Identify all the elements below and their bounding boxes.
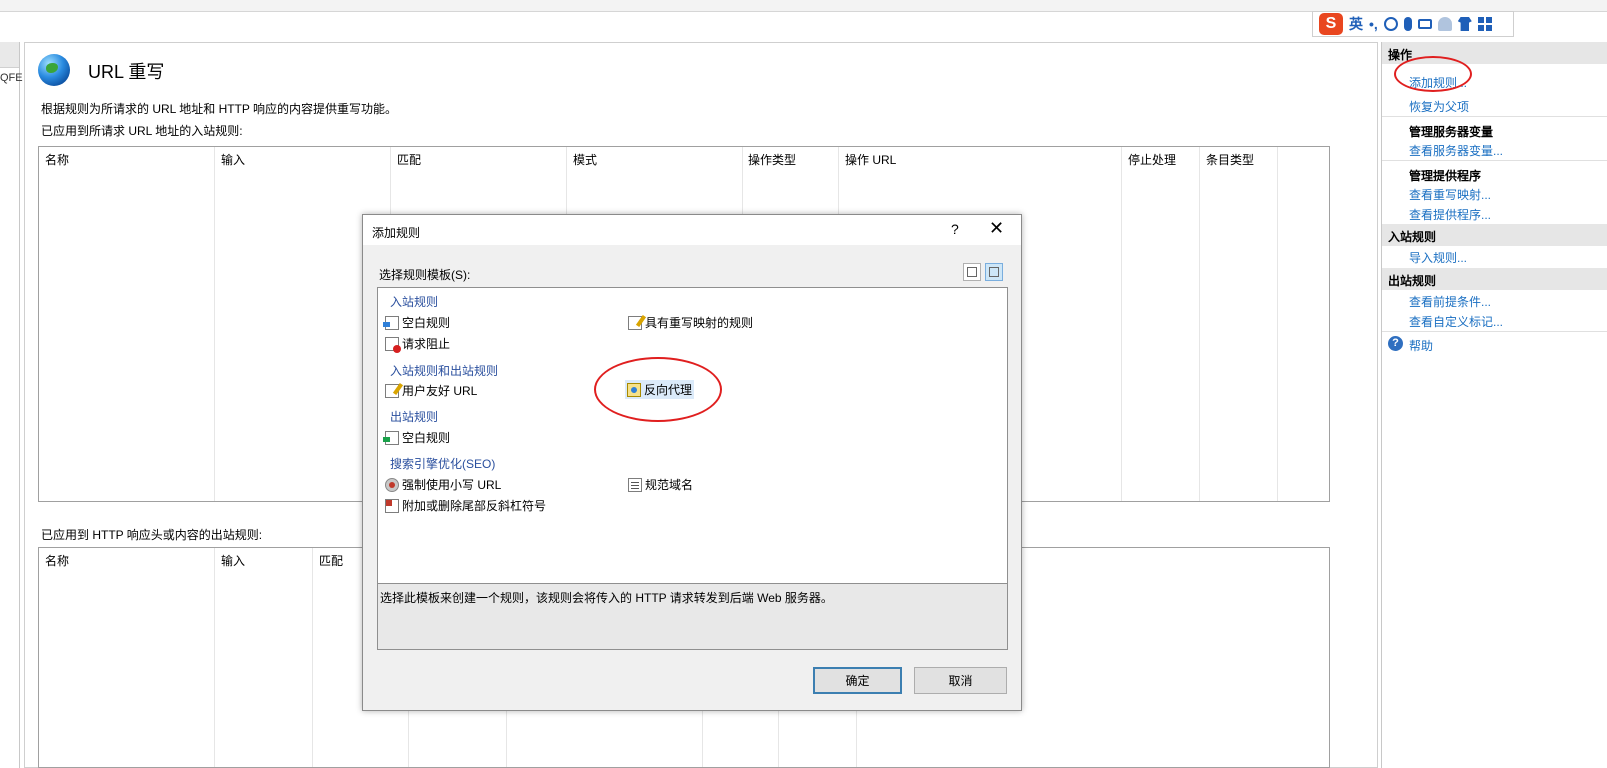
column-header-action-url[interactable]: 操作 URL: [845, 151, 896, 168]
page-title: URL 重写: [88, 62, 165, 82]
view-server-variables-link[interactable]: 查看服务器变量...: [1409, 142, 1503, 159]
template-trailing-slash[interactable]: 附加或删除尾部反斜杠符号: [383, 496, 548, 515]
ok-button[interactable]: 确定: [813, 667, 902, 694]
template-label: 空白规则: [402, 316, 451, 330]
group-header-label: 入站规则和出站规则: [390, 364, 499, 378]
cancel-button[interactable]: 取消: [914, 667, 1007, 694]
blank-rule-icon: [383, 315, 399, 330]
providers-section-title: 管理提供程序: [1409, 169, 1482, 183]
inbound-rules-header: 入站规则: [1382, 224, 1607, 246]
rewrite-map-icon: [628, 315, 642, 330]
column-divider: [39, 548, 215, 767]
user-icon[interactable]: [1437, 17, 1452, 31]
ime-punctuation-toggle[interactable]: •,: [1369, 16, 1378, 32]
template-canonical-domain-name[interactable]: 规范域名: [626, 475, 695, 494]
column-divider: [1122, 147, 1200, 501]
annotation-circle-reverse-proxy: [594, 357, 722, 422]
emoji-icon[interactable]: [1383, 17, 1398, 31]
actions-pane: 操作 添加规则... 恢复为父项 管理服务器变量 查看服务器变量... 管理提供…: [1381, 42, 1607, 768]
column-header-action-type[interactable]: 操作类型: [748, 151, 796, 168]
view-preconditions-link[interactable]: 查看前提条件...: [1409, 293, 1491, 310]
separator: [1382, 116, 1607, 117]
trailing-slash-icon: [385, 498, 399, 513]
column-divider: [215, 548, 313, 767]
dialog-title: 添加规则: [372, 226, 421, 240]
details-view-button[interactable]: [963, 263, 981, 281]
template-rule-with-rewrite-map[interactable]: 具有重写映射的规则: [626, 313, 755, 332]
template-label: 附加或删除尾部反斜杠符号: [402, 499, 547, 513]
sogou-logo-icon[interactable]: S: [1319, 13, 1343, 35]
template-blank-outbound-rule[interactable]: 空白规则: [383, 428, 452, 447]
template-label: 具有重写映射的规则: [645, 316, 754, 330]
separator: [1382, 331, 1607, 332]
separator: [1382, 160, 1607, 161]
column-header-name[interactable]: 名称: [45, 552, 69, 569]
column-header-name[interactable]: 名称: [45, 151, 69, 168]
column-header-match[interactable]: 匹配: [397, 151, 421, 168]
details-view-icon: [967, 267, 977, 277]
canonical-domain-icon: [628, 477, 642, 492]
template-description: 选择此模板来创建一个规则，该规则会将传入的 HTTP 请求转发到后端 Web 服…: [377, 583, 1008, 650]
column-header-stop-processing[interactable]: 停止处理: [1128, 151, 1176, 168]
import-rules-link[interactable]: 导入规则...: [1409, 249, 1467, 266]
help-icon: ?: [1388, 336, 1403, 351]
friendly-url-icon: [385, 383, 399, 398]
help-link[interactable]: 帮助: [1409, 337, 1433, 354]
keyboard-icon[interactable]: [1417, 19, 1432, 29]
template-request-blocking[interactable]: 请求阻止: [383, 334, 452, 353]
connections-pane-edge: QFE: [0, 42, 23, 768]
outbound-blank-rule-icon: [383, 430, 399, 445]
template-label: 用户友好 URL: [402, 384, 478, 398]
group-header-seo: 搜索引擎优化(SEO): [390, 455, 495, 472]
inbound-rules-label: 已应用到所请求 URL 地址的入站规则:: [41, 124, 243, 138]
column-header-match[interactable]: 匹配: [319, 552, 343, 569]
server-variables-section-title: 管理服务器变量: [1409, 125, 1494, 139]
globe-icon: [38, 54, 70, 86]
view-custom-tags-link[interactable]: 查看自定义标记...: [1409, 313, 1503, 330]
ime-language-toggle[interactable]: 英: [1349, 14, 1363, 34]
group-header-inbound: 入站规则: [390, 293, 438, 310]
group-header-label: 出站规则: [390, 410, 439, 424]
rule-template-list[interactable]: 入站规则 空白规则 具有重写映射的规则 请求阻止 入站规则和出站规则 用户友好 …: [377, 287, 1008, 584]
group-header-label: 搜索引擎优化(SEO): [390, 457, 496, 471]
microphone-icon[interactable]: [1403, 17, 1412, 31]
group-header-inbound-outbound: 入站规则和出站规则: [390, 362, 498, 379]
template-label: 强制使用小写 URL: [402, 478, 502, 492]
add-rule-dialog: 添加规则 ? ✕ 选择规则模板(S): 入站规则 空白规则 具有重写映射的规则 …: [362, 214, 1022, 711]
tile-view-icon: [989, 267, 999, 277]
page-description: 根据规则为所请求的 URL 地址和 HTTP 响应的内容提供重写功能。: [41, 102, 398, 116]
dialog-titlebar[interactable]: 添加规则 ? ✕: [363, 215, 1021, 245]
revert-to-parent-link[interactable]: 恢复为父项: [1409, 98, 1469, 115]
column-header-entry-type[interactable]: 条目类型: [1206, 151, 1254, 168]
template-user-friendly-url[interactable]: 用户友好 URL: [383, 381, 479, 400]
ime-toolbar[interactable]: S 英 •,: [1312, 11, 1514, 37]
request-block-icon: [385, 336, 401, 353]
template-blank-inbound-rule[interactable]: 空白规则: [383, 313, 452, 332]
skin-shirt-icon[interactable]: [1457, 17, 1472, 31]
outbound-rules-label: 已应用到 HTTP 响应头或内容的出站规则:: [41, 528, 263, 542]
view-rewrite-maps-link[interactable]: 查看重写映射...: [1409, 186, 1491, 203]
template-enforce-lowercase-url[interactable]: 强制使用小写 URL: [383, 475, 503, 494]
column-divider: [39, 147, 215, 501]
connections-tree-text: QFE: [0, 72, 23, 84]
annotation-circle-add-rule: [1394, 56, 1472, 92]
view-providers-link[interactable]: 查看提供程序...: [1409, 206, 1491, 223]
connections-pane-header: [0, 42, 19, 68]
column-header-input[interactable]: 输入: [221, 151, 245, 168]
template-label: 空白规则: [402, 431, 451, 445]
template-list-label: 选择规则模板(S):: [379, 268, 471, 282]
column-divider: [1200, 147, 1278, 501]
column-header-input[interactable]: 输入: [221, 552, 245, 569]
outbound-rules-header: 出站规则: [1382, 268, 1607, 290]
template-label: 请求阻止: [402, 337, 451, 351]
group-header-outbound: 出站规则: [390, 408, 438, 425]
group-header-label: 入站规则: [390, 295, 439, 309]
dialog-help-button[interactable]: ?: [951, 221, 959, 237]
lowercase-url-icon: [385, 477, 399, 492]
template-label: 规范域名: [645, 478, 694, 492]
dialog-close-button[interactable]: ✕: [989, 219, 1004, 237]
toolbox-grid-icon[interactable]: [1477, 17, 1492, 31]
tile-view-button[interactable]: [985, 263, 1003, 281]
column-header-pattern[interactable]: 模式: [573, 151, 597, 168]
